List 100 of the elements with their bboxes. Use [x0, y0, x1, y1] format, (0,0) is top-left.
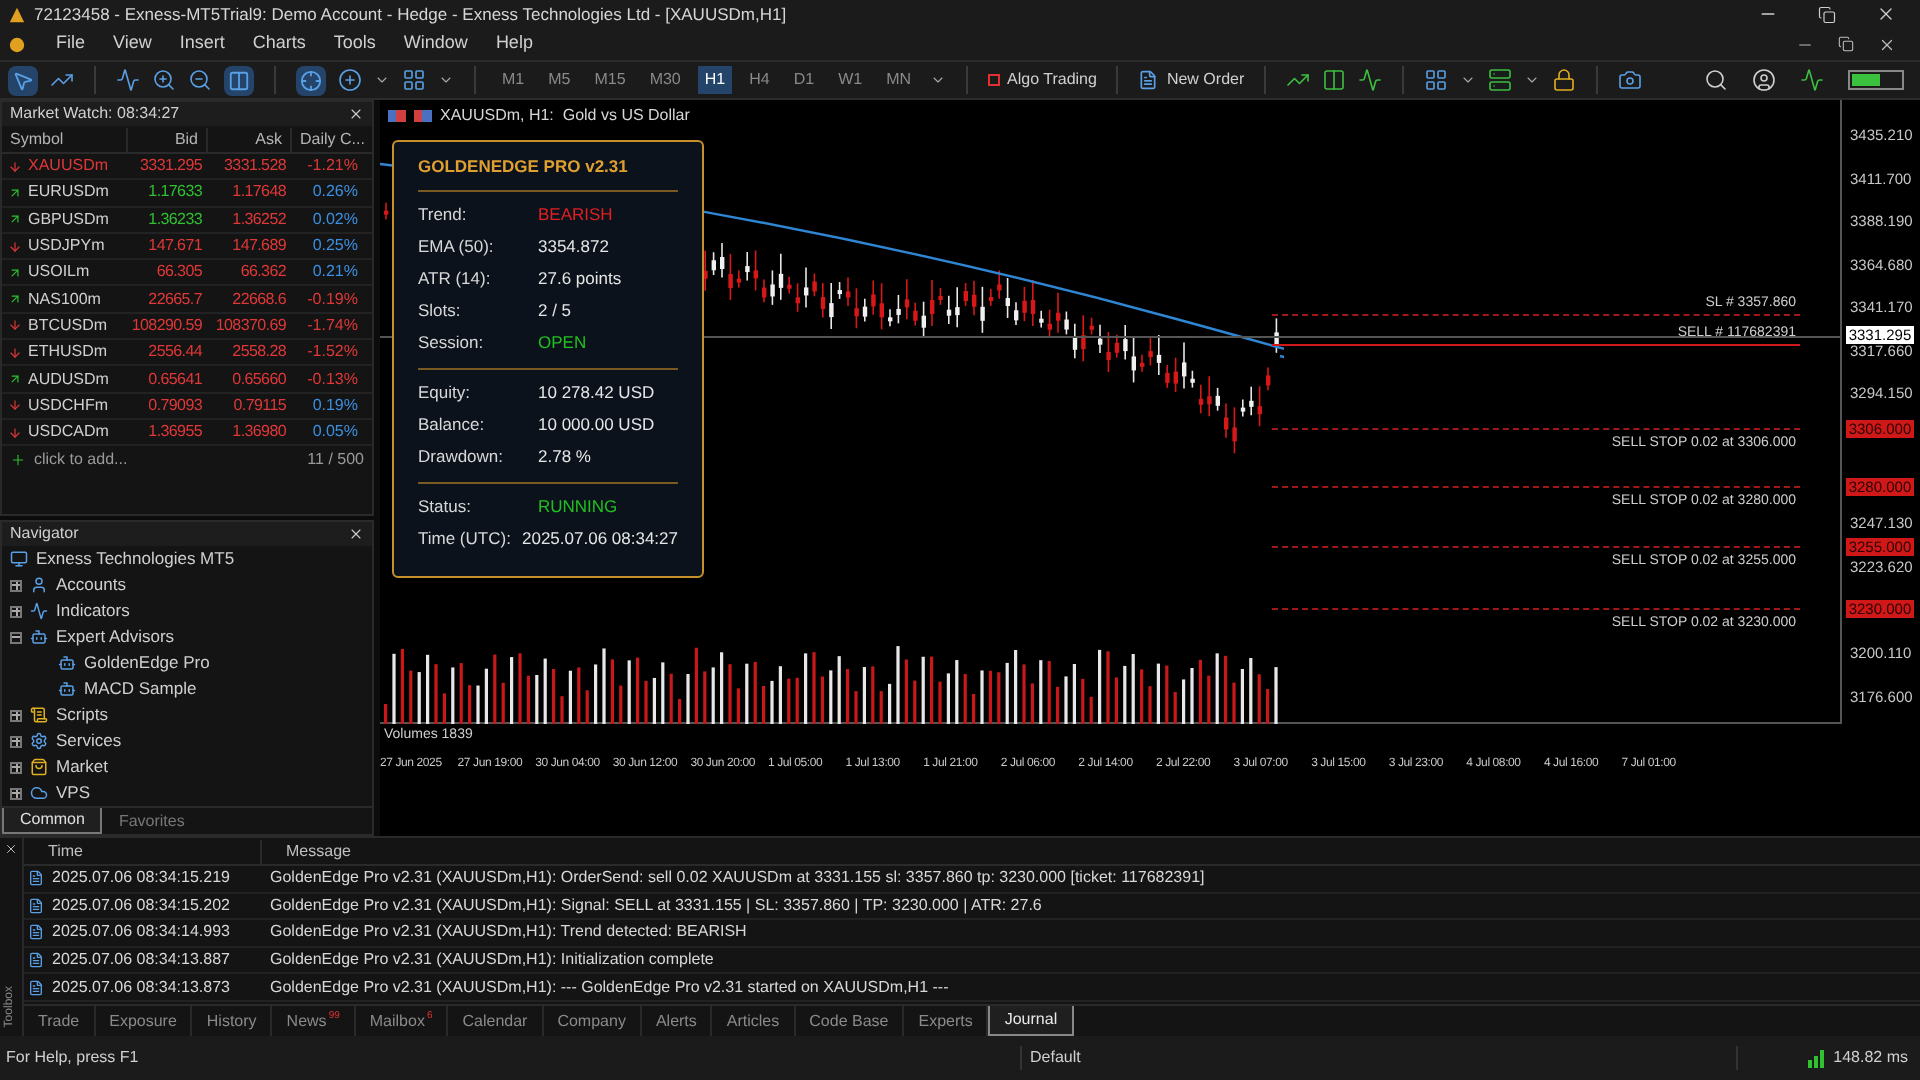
timeframe-tab[interactable]: M15: [588, 66, 632, 94]
timeframe-tab[interactable]: M5: [542, 66, 577, 94]
lock-icon[interactable]: [1552, 68, 1577, 92]
add-icon[interactable]: [338, 68, 362, 92]
expand-toggle-icon[interactable]: [10, 735, 22, 747]
ask-cell-text: 0.65660: [230, 367, 288, 392]
column-header[interactable]: Time: [24, 839, 260, 863]
info-label: Trend:: [418, 202, 469, 229]
expand-toggle-icon[interactable]: [10, 579, 22, 591]
caret-icon[interactable]: [1460, 72, 1477, 88]
timeframe-tab[interactable]: H4: [743, 66, 776, 94]
timeframe-tab[interactable]: MN: [880, 66, 918, 94]
close-icon[interactable]: [348, 106, 364, 122]
menu-item[interactable]: Insert: [165, 30, 239, 58]
tree-item[interactable]: Expert Advisors: [56, 624, 175, 650]
column-header[interactable]: Symbol: [2, 127, 126, 151]
close-icon[interactable]: [4, 842, 18, 856]
symbol-cell[interactable]: USDCADm: [28, 420, 109, 445]
symbol-cell[interactable]: BTCUSDm: [28, 313, 108, 338]
restore-icon[interactable]: [1838, 36, 1854, 52]
cloud-icon: [30, 784, 48, 802]
zoom-out-icon[interactable]: [188, 68, 212, 92]
caret-icon[interactable]: [374, 72, 390, 88]
symbol-cell[interactable]: NAS100m: [28, 287, 101, 312]
log-icon: [28, 924, 44, 941]
restore-icon[interactable]: [1818, 5, 1836, 23]
caret-icon[interactable]: [1524, 72, 1541, 88]
grid-icon[interactable]: [402, 68, 426, 92]
panel-tab[interactable]: Common: [2, 808, 103, 834]
change-cell-text: 0.05%: [310, 420, 360, 445]
symbol-cell[interactable]: USDCHFm: [28, 393, 108, 418]
tree-item[interactable]: MACD Sample: [84, 676, 197, 702]
symbol-cell[interactable]: USOILm: [28, 260, 90, 285]
column-header[interactable]: Message: [260, 839, 1920, 863]
trend-icon[interactable]: [1286, 68, 1311, 92]
cursor-button[interactable]: [8, 65, 38, 95]
caret-icon[interactable]: [929, 72, 946, 88]
timeframe-tab[interactable]: M30: [643, 66, 687, 94]
add-icon[interactable]: [10, 452, 26, 469]
log-icon: [28, 952, 44, 969]
log-icon: [28, 870, 44, 887]
tree-item[interactable]: Scripts: [56, 702, 108, 728]
tree-item[interactable]: Market: [56, 754, 108, 780]
zoom-in-icon[interactable]: [152, 68, 176, 92]
signal-icon[interactable]: [1800, 68, 1824, 92]
tree-item[interactable]: Services: [56, 728, 122, 754]
caret-icon[interactable]: [438, 72, 454, 88]
search-icon[interactable]: [1704, 68, 1728, 92]
symbol-cell[interactable]: XAUUSDm: [28, 154, 109, 179]
close-icon[interactable]: [348, 526, 364, 542]
timeframe-tab[interactable]: M1: [496, 66, 531, 94]
column-header[interactable]: Daily C...: [290, 127, 364, 151]
server-icon[interactable]: [1488, 68, 1513, 92]
tile-button[interactable]: [224, 65, 254, 95]
expand-toggle-icon[interactable]: [10, 605, 22, 617]
log-icon: [28, 979, 44, 996]
new-order-button[interactable]: New Order: [1138, 68, 1245, 92]
symbol-cell[interactable]: EURUSDm: [28, 180, 109, 205]
tree-item[interactable]: VPS: [56, 780, 91, 806]
close-icon[interactable]: [1878, 35, 1896, 53]
line-tool-icon[interactable]: [50, 68, 74, 92]
timeframe-tab[interactable]: W1: [832, 66, 869, 94]
tree-item[interactable]: GoldenEdge Pro: [84, 650, 210, 676]
collapse-toggle-icon[interactable]: [10, 631, 22, 643]
bars-icon[interactable]: [1322, 68, 1347, 92]
menu-item[interactable]: Window: [389, 30, 482, 58]
screenshot-icon[interactable]: [1618, 68, 1643, 92]
toolbox-tab[interactable]: Journal: [988, 1006, 1074, 1036]
line-chart-icon[interactable]: [1358, 68, 1383, 92]
menu-item[interactable]: Tools: [319, 30, 390, 58]
tree-item[interactable]: Indicators: [56, 598, 130, 624]
expand-toggle-icon[interactable]: [10, 761, 22, 773]
account-icon[interactable]: [1752, 68, 1776, 92]
column-header[interactable]: Ask: [206, 127, 290, 151]
crosshair-button[interactable]: [296, 65, 326, 95]
menu-item[interactable]: View: [99, 30, 166, 58]
expand-toggle-icon[interactable]: [10, 787, 22, 799]
symbol-cell[interactable]: GBPUSDm: [28, 207, 109, 232]
indicator-icon[interactable]: [116, 68, 140, 92]
change-cell-text: -1.74%: [305, 313, 360, 338]
timeframe-tab[interactable]: D1: [787, 66, 821, 94]
info-value: RUNNING: [538, 494, 618, 521]
symbol-cell[interactable]: AUDUSDm: [28, 367, 109, 392]
symbol-cell[interactable]: ETHUSDm: [28, 340, 108, 365]
tree-item[interactable]: Accounts: [56, 572, 126, 598]
timeframe-tab[interactable]: H1: [698, 66, 732, 94]
panel-tab[interactable]: Favorites: [102, 808, 201, 834]
gear-icon: [30, 732, 48, 750]
menu-item[interactable]: Help: [481, 30, 547, 58]
change-cell-text: -0.19%: [305, 287, 360, 312]
tree-item[interactable]: Exness Technologies MT5: [36, 546, 235, 572]
column-header[interactable]: Bid: [126, 127, 206, 151]
symbol-cell[interactable]: USDJPYm: [28, 234, 105, 259]
add-symbol-link[interactable]: click to add...: [34, 448, 128, 473]
menu-item[interactable]: File: [42, 30, 100, 58]
menu-item[interactable]: Charts: [238, 30, 320, 58]
algo-trading-button[interactable]: Algo Trading: [987, 68, 1097, 92]
expand-toggle-icon[interactable]: [10, 709, 22, 721]
template-icon[interactable]: [1424, 68, 1449, 92]
close-icon[interactable]: [1876, 4, 1896, 24]
